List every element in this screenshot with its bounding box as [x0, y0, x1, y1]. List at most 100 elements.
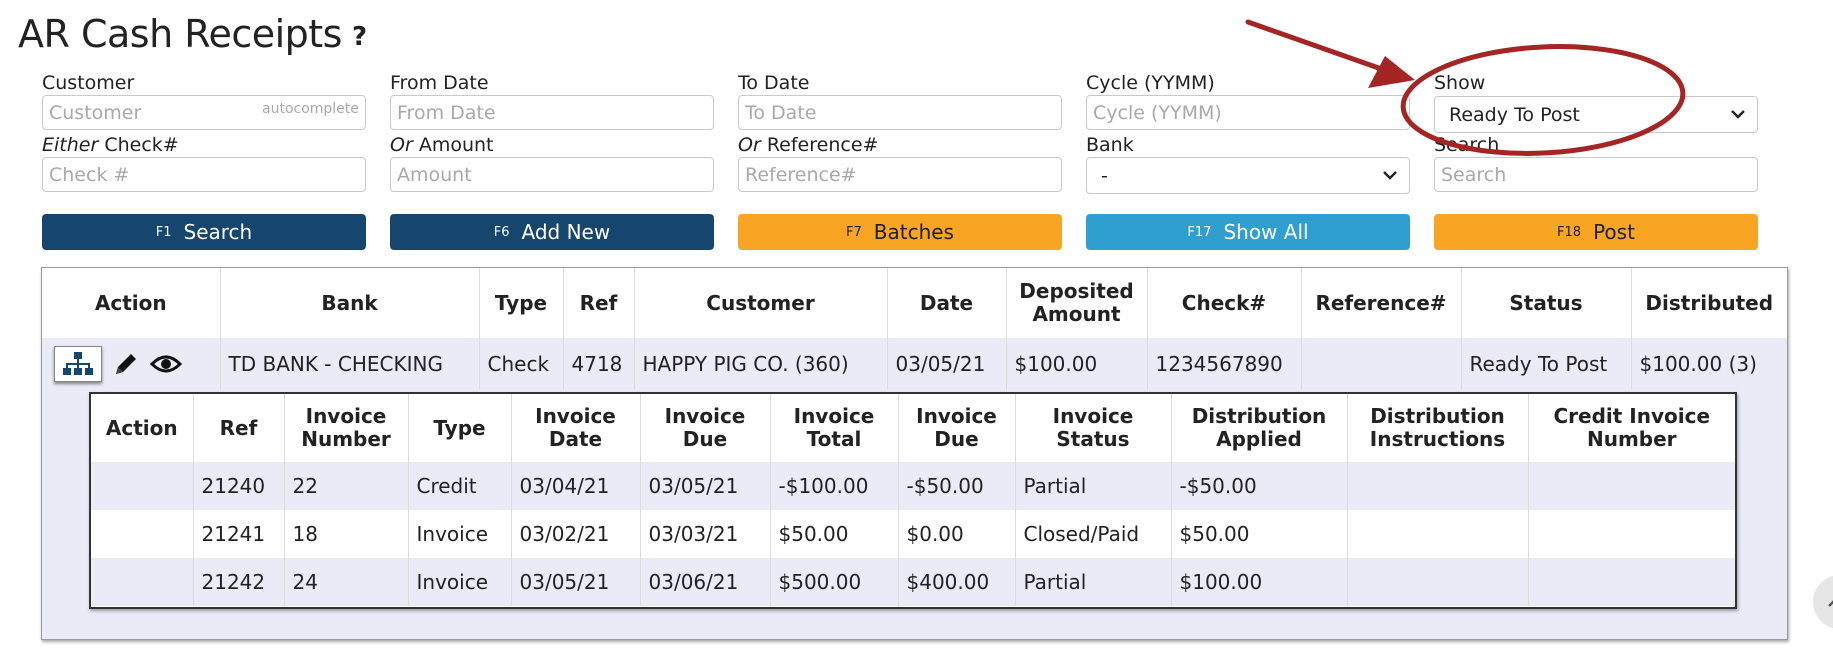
add-new-button-key: F6	[493, 224, 510, 240]
col-header[interactable]: Invoice Number	[284, 394, 409, 462]
reference-label-prefix: Or	[738, 134, 761, 156]
action-icons	[50, 346, 212, 382]
table-row[interactable]: 21240 22 Credit 03/04/21 03/05/21 -$100.…	[91, 462, 1735, 510]
distributions-table: Action Ref Invoice Number Type Invoice D…	[91, 394, 1735, 606]
to-date-label: To Date	[738, 72, 810, 94]
show-all-button-label: Show All	[1223, 220, 1309, 244]
customer-label: Customer	[42, 72, 135, 94]
search-button-key: F1	[155, 224, 172, 240]
col-header[interactable]: Date	[887, 268, 1007, 338]
search-input[interactable]	[1434, 157, 1758, 192]
table-row[interactable]: 21242 24 Invoice 03/05/21 03/06/21 $500.…	[91, 558, 1735, 606]
invoice-total-cell: $500.00	[770, 558, 899, 606]
col-header[interactable]: Deposited Amount	[1006, 268, 1148, 338]
distributed-cell: $100.00 (3)	[1631, 338, 1787, 390]
col-header[interactable]: Type	[408, 394, 512, 462]
show-select[interactable]: Ready To Post	[1434, 96, 1758, 133]
scroll-top-button[interactable]	[1813, 575, 1833, 629]
search-button[interactable]: F1 Search	[42, 214, 366, 250]
add-new-button-label: Add New	[521, 220, 611, 244]
invoice-due-date-cell: 03/05/21	[640, 462, 771, 510]
add-new-button[interactable]: F6 Add New	[390, 214, 714, 250]
chevron-up-icon	[1828, 600, 1833, 607]
table-row[interactable]: 21241 18 Invoice 03/02/21 03/03/21 $50.0…	[91, 510, 1735, 558]
check-label-prefix: Either	[42, 134, 99, 156]
show-all-button[interactable]: F17 Show All	[1086, 214, 1410, 250]
eye-icon[interactable]	[150, 352, 182, 376]
credit-invoice-cell	[1528, 462, 1735, 510]
receipts-panel: Action Bank Type Ref Customer Date Depos…	[41, 267, 1788, 640]
distribution-applied-cell: -$50.00	[1171, 462, 1348, 510]
col-header[interactable]: Check#	[1147, 268, 1302, 338]
action-cell	[91, 510, 194, 558]
post-button-label: Post	[1593, 220, 1635, 244]
invoice-status-cell: Partial	[1015, 558, 1172, 606]
col-header[interactable]: Bank	[220, 268, 480, 338]
col-header[interactable]: Customer	[634, 268, 888, 338]
col-header[interactable]: Action	[91, 394, 194, 462]
col-header[interactable]: Ref	[193, 394, 285, 462]
invoice-date-cell: 03/04/21	[511, 462, 641, 510]
table-row[interactable]: TD BANK - CHECKING Check 4718 HAPPY PIG …	[42, 338, 1787, 390]
col-header[interactable]: Reference#	[1301, 268, 1462, 338]
col-header[interactable]: Type	[479, 268, 564, 338]
amount-input[interactable]	[390, 157, 714, 192]
ref-cell: 21241	[193, 510, 285, 558]
invoice-due-cell: -$50.00	[898, 462, 1016, 510]
receipts-header-row: Action Bank Type Ref Customer Date Depos…	[42, 268, 1787, 338]
show-select-value: Ready To Post	[1449, 103, 1580, 126]
type-cell: Check	[479, 338, 564, 390]
action-cell	[91, 558, 194, 606]
show-label: Show	[1434, 72, 1486, 94]
search-button-label: Search	[183, 220, 253, 244]
reference-input[interactable]	[738, 157, 1062, 192]
col-header[interactable]: Distribution Instructions	[1347, 394, 1529, 462]
date-cell: 03/05/21	[887, 338, 1007, 390]
ref-cell: 21242	[193, 558, 285, 606]
credit-invoice-cell	[1528, 558, 1735, 606]
credit-invoice-cell	[1528, 510, 1735, 558]
annotation-arrow-line	[1245, 19, 1393, 75]
status-cell: Ready To Post	[1461, 338, 1632, 390]
invoice-due-cell: $0.00	[898, 510, 1016, 558]
distributions-panel: Action Ref Invoice Number Type Invoice D…	[89, 392, 1737, 609]
col-header[interactable]: Credit Invoice Number	[1528, 394, 1735, 462]
from-date-input[interactable]	[390, 95, 714, 130]
reference-label-text: Reference#	[766, 134, 879, 156]
search-label: Search	[1434, 134, 1500, 156]
batches-button-label: Batches	[873, 220, 954, 244]
col-header[interactable]: Invoice Date	[511, 394, 641, 462]
distributions-header-row: Action Ref Invoice Number Type Invoice D…	[91, 394, 1735, 462]
org-chart-icon[interactable]	[54, 346, 102, 382]
batches-button-key: F7	[846, 224, 862, 240]
batches-button[interactable]: F7 Batches	[738, 214, 1062, 250]
invoice-status-cell: Closed/Paid	[1015, 510, 1172, 558]
invoice-number-cell: 22	[284, 462, 409, 510]
cycle-label: Cycle (YYMM)	[1086, 72, 1215, 94]
pencil-icon[interactable]	[112, 350, 140, 378]
type-cell: Invoice	[408, 510, 512, 558]
col-header[interactable]: Invoice Status	[1015, 394, 1172, 462]
col-header[interactable]: Invoice Total	[770, 394, 899, 462]
show-all-button-key: F17	[1187, 224, 1212, 240]
chevron-down-icon	[1383, 171, 1397, 180]
bank-select-value: -	[1101, 164, 1108, 187]
col-header[interactable]: Invoice Due	[898, 394, 1016, 462]
col-header[interactable]: Action	[42, 268, 221, 338]
col-header[interactable]: Ref	[563, 268, 635, 338]
amount-label-prefix: Or	[390, 134, 413, 156]
col-header[interactable]: Invoice Due	[640, 394, 771, 462]
col-header[interactable]: Distributed	[1631, 268, 1787, 338]
help-icon[interactable]: ?	[352, 22, 367, 52]
col-header[interactable]: Distribution Applied	[1171, 394, 1348, 462]
page-title: AR Cash Receipts?	[18, 12, 367, 56]
bank-select[interactable]: -	[1086, 157, 1410, 194]
check-input[interactable]	[42, 157, 366, 192]
invoice-date-cell: 03/05/21	[511, 558, 641, 606]
post-button[interactable]: F18 Post	[1434, 214, 1758, 250]
col-header[interactable]: Status	[1461, 268, 1632, 338]
cycle-input[interactable]	[1086, 95, 1410, 130]
action-cell	[42, 338, 221, 390]
to-date-input[interactable]	[738, 95, 1062, 130]
autocomplete-hint: autocomplete	[262, 101, 359, 117]
